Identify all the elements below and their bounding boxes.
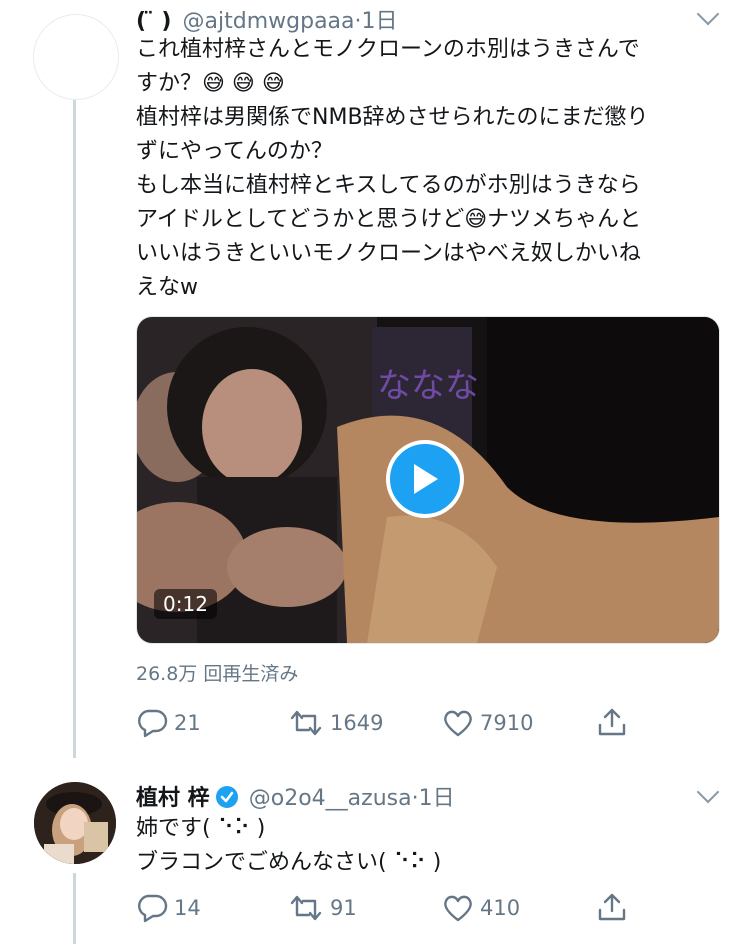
- avatar-photo: [34, 782, 116, 864]
- tweet-header: ( ̈ ) @ajtdmwgpaaa·1日: [136, 3, 398, 35]
- view-count: 26.8万 回再生済み: [136, 663, 299, 685]
- tweet-header: 植村 梓 @o2o4__azusa·1日: [136, 780, 455, 812]
- retweet-icon: [290, 710, 322, 736]
- tweet-line: 植村梓は男関係でNMB辞めさせられたのにまだ懲り: [136, 105, 649, 130]
- like-count: 7910: [480, 711, 534, 735]
- like-button[interactable]: 7910: [442, 708, 533, 738]
- svg-text:ななな: ななな: [377, 366, 479, 406]
- tweet-line: 姉です( ⠑⠕ ): [136, 816, 266, 841]
- tweet-line: これ植村梓さんとモノクローンのホ別はうきさんで: [136, 37, 640, 62]
- tweet-line: もし本当に植村梓とキスしてるのがホ別はうきなら: [136, 173, 641, 198]
- share-button[interactable]: [596, 891, 634, 923]
- tweet-line: アイドルとしてどうかと思うけど😅ナツメちゃんと: [136, 207, 642, 232]
- tweet-timestamp[interactable]: ·1日: [355, 9, 398, 34]
- reply-button[interactable]: 21: [136, 708, 201, 738]
- tweet-text: これ植村梓さんとモノクローンのホ別はうきさんで すか？😅 😅 😅 植村梓は男関係…: [136, 33, 736, 305]
- user-handle[interactable]: @o2o4__azusa: [249, 786, 412, 811]
- reply-icon: [138, 709, 168, 738]
- play-icon: [414, 464, 438, 494]
- reply-icon: [138, 894, 168, 923]
- avatar[interactable]: [34, 782, 116, 864]
- display-name[interactable]: 植村 梓: [136, 786, 210, 811]
- reply-count: 14: [174, 896, 201, 920]
- tweet-line: えなw: [136, 275, 198, 300]
- like-count: 410: [480, 896, 521, 920]
- share-icon: [598, 708, 626, 736]
- thread-connector-line-lower: [73, 873, 76, 944]
- heart-icon: [444, 895, 472, 922]
- retweet-button[interactable]: 91: [288, 893, 357, 923]
- chevron-down-icon[interactable]: [696, 780, 720, 804]
- heart-icon: [444, 710, 472, 737]
- like-button[interactable]: 410: [442, 893, 520, 923]
- display-name[interactable]: ( ̈ ): [136, 9, 171, 34]
- play-button[interactable]: [386, 440, 464, 518]
- retweet-count: 91: [330, 896, 357, 920]
- share-button[interactable]: [596, 706, 634, 738]
- share-icon: [598, 893, 626, 921]
- verified-badge-icon: [215, 786, 238, 808]
- chevron-down-icon[interactable]: [696, 2, 720, 26]
- avatar[interactable]: [33, 14, 119, 100]
- reply-count: 21: [174, 711, 201, 735]
- video-duration: 0:12: [154, 589, 217, 619]
- tweet-line: ずにやってんのか？: [136, 139, 333, 164]
- thread-connector-line: [73, 98, 76, 758]
- tweet-line: ブラコンでごめんなさい( ⠑⠕ ): [136, 850, 442, 875]
- reply-button[interactable]: 14: [136, 893, 201, 923]
- tweet-line: すか？😅 😅 😅: [136, 71, 285, 96]
- tweet-text: 姉です( ⠑⠕ ) ブラコンでごめんなさい( ⠑⠕ ): [136, 812, 736, 880]
- retweet-count: 1649: [330, 711, 384, 735]
- retweet-button[interactable]: 1649: [288, 708, 383, 738]
- user-handle[interactable]: @ajtdmwgpaaa: [183, 9, 355, 34]
- tweet-timestamp[interactable]: ·1日: [412, 786, 455, 811]
- retweet-icon: [290, 895, 322, 921]
- tweet-line: いいはうきといいモノクローンはやべえ奴しかいね: [136, 241, 641, 266]
